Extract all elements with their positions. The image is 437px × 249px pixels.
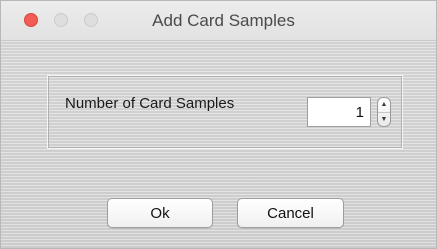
ok-button[interactable]: Ok [107, 198, 213, 228]
sample-count-input[interactable] [307, 97, 371, 127]
window-title: Add Card Samples [152, 11, 295, 30]
title-bar[interactable]: Add Card Samples [1, 1, 436, 41]
cancel-button[interactable]: Cancel [237, 198, 344, 228]
sample-count-stepper[interactable]: ▲ ▼ [377, 97, 391, 127]
stepper-down-icon[interactable]: ▼ [378, 112, 390, 126]
dialog-content: Number of Card Samples ▲ ▼ Ok Cancel [1, 41, 436, 248]
sample-count-label: Number of Card Samples [65, 95, 235, 112]
sample-count-group: Number of Card Samples ▲ ▼ [47, 75, 403, 149]
stepper-up-icon[interactable]: ▲ [378, 98, 390, 112]
dialog-window: Add Card Samples Number of Card Samples … [0, 0, 437, 249]
